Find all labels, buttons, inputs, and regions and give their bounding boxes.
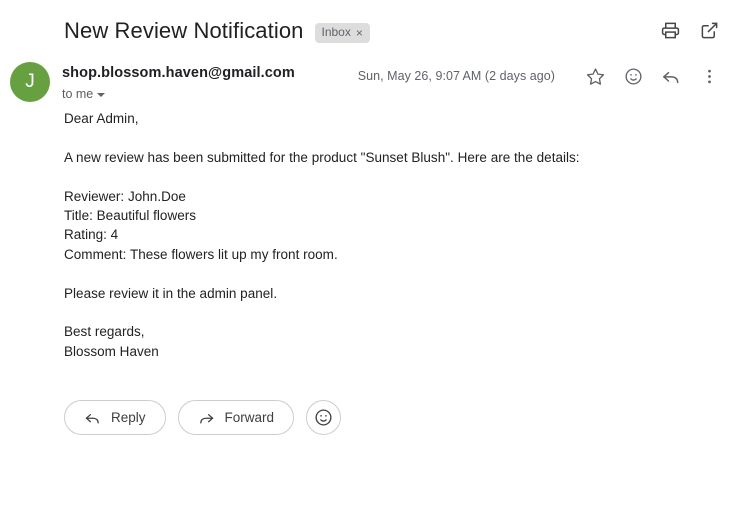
forward-button-label: Forward xyxy=(224,410,275,426)
recipient-dropdown[interactable]: to me xyxy=(62,85,106,103)
body-line xyxy=(64,264,717,283)
close-icon[interactable]: × xyxy=(356,27,363,39)
sender-header: J shop.blossom.haven@gmail.com to me Sun… xyxy=(0,46,741,102)
reply-arrow-icon xyxy=(84,409,101,426)
body-line: A new review has been submitted for the … xyxy=(64,149,580,165)
emoji-icon xyxy=(314,408,333,427)
chevron-down-icon xyxy=(97,93,106,97)
star-icon[interactable] xyxy=(585,66,605,86)
sender-info: shop.blossom.haven@gmail.com to me xyxy=(62,62,295,103)
recipient-label: to me xyxy=(62,87,94,101)
print-icon[interactable] xyxy=(660,20,680,40)
message-icon-group xyxy=(585,66,719,86)
body-line xyxy=(64,167,717,186)
message-actions: Reply Forward xyxy=(0,361,741,436)
reply-button[interactable]: Reply xyxy=(64,400,166,436)
reply-button-label: Reply xyxy=(111,410,146,426)
body-line: Dear Admin, xyxy=(64,111,139,126)
forward-button[interactable]: Forward xyxy=(177,400,295,436)
body-line-signature: Blossom Haven xyxy=(64,343,159,359)
body-line: Best regards, xyxy=(64,324,145,340)
more-options-icon[interactable] xyxy=(699,66,719,86)
body-line xyxy=(64,128,717,147)
body-line xyxy=(64,303,717,322)
body-line-rating: Rating: 4 xyxy=(64,227,119,243)
body-line-reviewer: Reviewer: John.Doe xyxy=(64,188,186,204)
body-line-comment: Comment: These flowers lit up my front r… xyxy=(64,246,338,262)
forward-arrow-icon xyxy=(198,409,215,426)
page-title: New Review Notification xyxy=(64,18,304,43)
open-in-new-icon[interactable] xyxy=(699,20,719,40)
subject-header: New Review Notification Inbox × xyxy=(0,0,741,46)
body-line: Please review it in the admin panel. xyxy=(64,285,278,301)
header-icon-group xyxy=(660,20,719,40)
timestamp: Sun, May 26, 9:07 AM (2 days ago) xyxy=(357,69,555,83)
body-line-title: Title: Beautiful flowers xyxy=(64,208,197,223)
sender-email[interactable]: shop.blossom.haven@gmail.com xyxy=(62,63,295,83)
label-chip-inbox[interactable]: Inbox × xyxy=(314,23,370,43)
message-body: Dear Admin, A new review has been submit… xyxy=(0,96,741,361)
emoji-icon[interactable] xyxy=(623,66,643,86)
add-reaction-button[interactable] xyxy=(306,400,342,436)
message-meta: Sun, May 26, 9:07 AM (2 days ago) xyxy=(358,62,719,86)
label-chip-text: Inbox xyxy=(321,25,351,39)
avatar[interactable]: J xyxy=(10,62,50,102)
reply-icon[interactable] xyxy=(661,66,681,86)
